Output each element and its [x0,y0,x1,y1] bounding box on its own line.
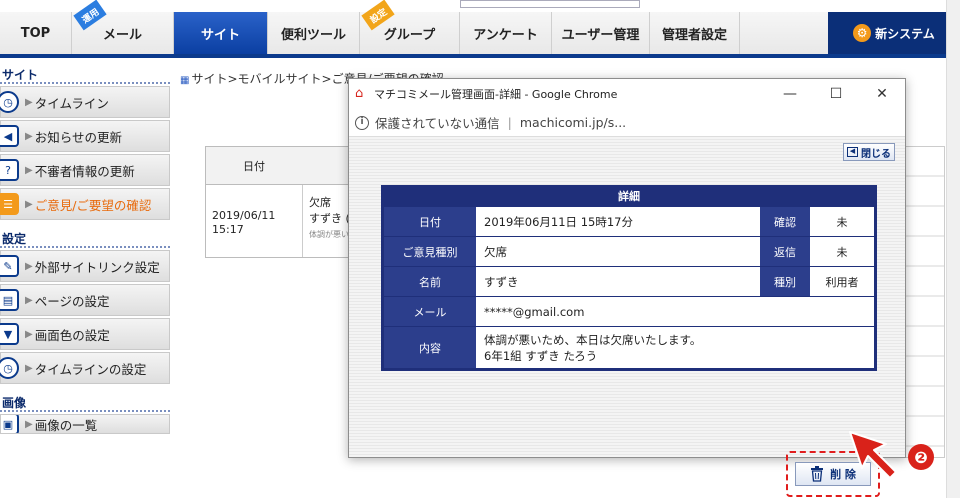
tab-mail-badge: 運用 [73,0,107,31]
image-icon: ▣ [1,415,19,433]
pencil-icon: ✎ [0,255,19,277]
sidebar-item-suspicious[interactable]: ? ▶ 不審者情報の更新 [0,154,170,186]
window-close-button[interactable]: ✕ [859,86,905,102]
list-icon: ☰ [0,193,19,215]
close-button[interactable]: ◀ 閉じる [843,143,895,161]
tab-top[interactable]: TOP [0,12,72,54]
row-date: 2019/06/11 15:17 [206,185,302,257]
megaphone-icon: ◀ [0,125,19,147]
tab-mail[interactable]: 運用 メール [72,0,174,54]
page-scrollbar[interactable] [946,0,960,498]
table-row[interactable]: 2019/06/11 15:17 欠席 すずき ( 体調が悪い [206,185,356,257]
arrow-icon: ▶ [25,418,33,430]
detail-table: 詳細 日付 2019年06月11日 15時17分 確認 未 ご意見種別 欠席 返… [381,185,877,371]
detail-row-date: 日付 2019年06月11日 15時17分 確認 未 [384,206,874,236]
arrow-icon: ▶ [25,294,33,306]
tab-admin-settings[interactable]: 管理者設定 [650,12,740,54]
detail-header: 詳細 [618,190,640,203]
clock-icon: ◷ [0,357,19,379]
arrow-icon: ▶ [25,130,33,142]
popup-body: ◀ 閉じる 詳細 日付 2019年06月11日 15時17分 確認 未 ご意見種… [349,137,905,497]
tab-site[interactable]: サイト [174,12,268,54]
detail-row-name: 名前 すずき 種別 利用者 [384,266,874,296]
detail-row-mail: メール *****@gmail.com [384,296,874,326]
close-window-icon: ◀ [847,147,858,157]
popup-title-bar: ⌂ マチコミメール管理画面-詳細 - Google Chrome — ☐ ✕ [349,79,905,109]
sidebar-item-color-settings[interactable]: ▼ ▶ 画面色の設定 [0,318,170,350]
question-icon: ? [0,159,19,181]
address-url: machicomi.jp/s... [519,115,627,130]
detail-popup-window: ⌂ マチコミメール管理画面-詳細 - Google Chrome — ☐ ✕ i… [348,78,906,497]
popup-title: マチコミメール管理画面-詳細 - Google Chrome [374,88,618,101]
top-navigation: TOP 運用 メール サイト 便利ツール 設定 グループ アンケート ユーザー管… [0,0,960,58]
arrow-icon: ▶ [25,198,33,210]
tab-survey[interactable]: アンケート [460,12,552,54]
breadcrumb-icon: ▦ [180,75,190,86]
sidebar-item-feedback[interactable]: ☰ ▶ ご意見/ご要望の確認 [0,188,170,220]
arrow-icon: ▶ [25,96,33,108]
brush-icon: ▼ [0,323,19,345]
step-number-badge: ❷ [908,444,934,470]
tab-tools[interactable]: 便利ツール [268,12,360,54]
sidebar-item-page-settings[interactable]: ▤ ▶ ページの設定 [0,284,170,316]
sidebar-item-timeline-settings[interactable]: ◷ ▶ タイムラインの設定 [0,352,170,384]
feedback-list-table: 日付 2019/06/11 15:17 欠席 すずき ( 体調が悪い [205,146,357,258]
window-controls: — ☐ ✕ [767,86,905,102]
info-icon[interactable]: i [355,115,369,130]
date-column-header: 日付 [243,159,265,173]
top-input-edge [460,0,640,8]
home-icon: ⌂ [355,86,364,101]
gear-icon: ⚙ [853,24,872,42]
arrow-icon: ▶ [25,362,33,374]
page-icon: ▤ [0,289,19,311]
arrow-icon: ▶ [25,328,33,340]
tab-group[interactable]: 設定 グループ [360,0,460,54]
clock-icon: ◷ [0,91,19,113]
table-header: 日付 [206,147,356,185]
detail-row-type: ご意見種別 欠席 返信 未 [384,236,874,266]
trash-icon [811,466,824,482]
sidebar-item-timeline[interactable]: ◷ ▶ タイムライン [0,86,170,118]
insecure-label: 保護されていない通信 [375,116,500,131]
address-separator: | [507,115,512,130]
address-bar[interactable]: i 保護されていない通信 | machicomi.jp/s... [349,109,905,137]
sidebar-item-news[interactable]: ◀ ▶ お知らせの更新 [0,120,170,152]
minimize-button[interactable]: — [767,86,813,102]
arrow-icon: ▶ [25,164,33,176]
tab-user-management[interactable]: ユーザー管理 [552,12,650,54]
sidebar-section-image: 画像 [0,390,170,412]
sidebar-item-image-list[interactable]: ▣ ▶ 画像の一覧 [0,414,170,434]
sidebar-section-settings: 設定 [0,226,170,248]
content-value: 体調が悪いため、本日は欠席いたします。 6年1組 すずき たろう [476,327,874,368]
arrow-icon: ▶ [25,260,33,272]
sidebar: サイト ◷ ▶ タイムライン ◀ ▶ お知らせの更新 ? ▶ 不審者情報の更新 ☰ ▶ … [0,62,170,498]
cursor-arrow-icon [849,431,897,479]
new-system-button[interactable]: ⚙ 新システム [828,12,960,54]
sidebar-item-external-link[interactable]: ✎ ▶ 外部サイトリンク設定 [0,250,170,282]
detail-row-content: 内容 体調が悪いため、本日は欠席いたします。 6年1組 すずき たろう [384,326,874,368]
sidebar-section-site: サイト [0,62,170,84]
table-right-column [905,146,945,458]
maximize-button[interactable]: ☐ [813,86,859,102]
